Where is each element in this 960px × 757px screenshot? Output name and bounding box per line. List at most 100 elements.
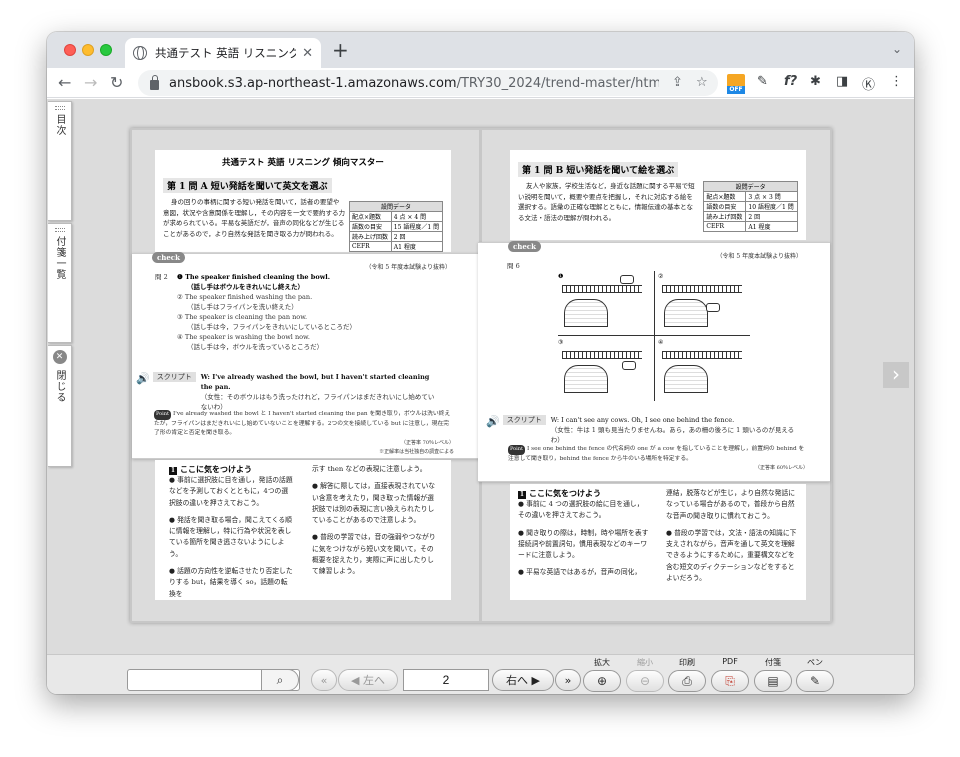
table-header: 設問データ [703,181,798,192]
reader-extension-icon[interactable]: ✎ [757,74,768,89]
picture-option-3[interactable]: ③ [558,339,646,397]
question-data-table: 設問データ 配点×題数 3 点 × 3 問 語数の目安 10 語程度／1 問 読み上… [703,181,798,232]
level-note: （正答率 70％レベル） [401,439,454,446]
zoom-out-tool[interactable]: 縮小 ⊖ [625,657,665,692]
tip-text: 平易な英語ではあるが，音声の同化， [526,568,642,577]
right-triangle-icon: ▶ [528,673,540,687]
option-en: The speaker is cleaning the pan now. [184,313,308,321]
left-tips-sheet: 1 ここに気をつけよう ● 事前に選択肢に目を通し，発話の話題などを予測しておくと… [155,460,451,600]
url-text[interactable]: ansbook.s3.ap-northeast-1.amazonaws.com/… [169,76,659,91]
close-tab-icon[interactable]: ✕ [302,46,313,61]
pdf-tool[interactable]: PDF ⎘ [710,657,750,692]
viewer-bottom-bar: ⌕ « ◀ 左へ 右へ ▶ » 拡大 ⊕ 縮小 ⊖ 印刷 ⎙ PDF ⎘ 付箋 … [47,654,914,694]
table-cell: 3 点 × 3 問 [745,191,798,202]
bookmark-star-icon[interactable]: ☆ [696,75,708,90]
level-note-2: ※正解率は当社独自の調査による [379,449,454,455]
option-ja: （話し手は今，フライパンをきれいにしているところだ） [187,323,356,331]
section-title-1b: 第 1 問 B 短い発話を聞いて絵を選ぶ [518,162,679,177]
barn-drawing [564,365,608,393]
contents-tab[interactable]: 目次 [48,101,72,221]
pen-tool[interactable]: ペン ✎ [795,657,835,692]
address-bar[interactable]: ansbook.s3.ap-northeast-1.amazonaws.com/… [138,70,718,96]
back-arrow-icon[interactable]: ← [58,73,71,92]
table-cell: 10 語程度／1 問 [745,201,798,212]
active-tab[interactable]: 共通テスト 英語 リスニング 傾向マ ✕ [125,38,321,68]
fence-drawing [662,285,742,293]
forward-arrow-icon[interactable]: → [84,73,97,92]
picture-option-2[interactable]: ② [658,273,746,331]
tip-continuation: 連結，脱落などが生じ，より自然な発話になっている場合があるので，普段から自然な音… [666,489,796,520]
sticky-note-tool[interactable]: 付箋 ▤ [753,657,793,692]
table-cell: CEFR [349,241,392,252]
point-badge: Point [154,410,172,420]
new-tab-button[interactable]: + [332,40,349,60]
more-menu-icon[interactable]: ⋮ [890,74,903,89]
zoom-out-label: 縮小 [637,658,653,667]
close-window-button[interactable] [64,44,76,56]
page-number-input[interactable] [403,669,489,691]
maximize-window-button[interactable] [100,44,112,56]
notes-list-tab[interactable]: 付箋一覧 [48,223,72,343]
tips-title: ここに気をつけよう [180,464,252,474]
profile-k-icon[interactable]: Ⓚ [862,74,875,93]
search-icon: ⌕ [276,673,284,687]
close-sidebar-tab[interactable]: ✕ 閉じる [48,345,72,467]
first-page-button[interactable]: « [311,669,337,691]
left-page[interactable]: 共通テスト 英語 リスニング 傾向マスター 第 1 問 A 短い発話を聞いて英文… [132,130,481,621]
table-cell: CEFR [703,221,747,232]
reload-icon[interactable]: ↻ [110,73,123,92]
cow-drawing [622,361,636,370]
right-tips-sheet: 1 ここに気をつけよう ● 事前に 4 つの選択肢の絵に目を通し，その違いを押さえ… [510,484,806,600]
tip-item: ● 発話を聞き取る場合，聞こえてくる順に情報を理解し，特に行為や状況を表している… [169,515,292,558]
zoom-in-icon[interactable]: ⊕ [583,670,621,692]
print-tool[interactable]: 印刷 ⎙ [667,657,707,692]
speaker-icon[interactable]: 🔊 [486,415,500,428]
search-button[interactable]: ⌕ [261,669,299,691]
next-page-button[interactable]: 右へ ▶ [492,669,554,691]
fence-drawing [662,351,742,359]
question-data-table: 設問データ 配点×題数 4 点 × 4 問 語数の目安 15 語程度／1 問 読み上… [349,201,444,252]
speaker-icon[interactable]: 🔊 [136,372,150,385]
section-intro: 友人や家族，学校生活など，身近な話題に関する平易で短い説明を聞いて，概要や要点を… [518,182,695,222]
lock-icon [150,74,159,90]
next-page-arrow-icon[interactable]: › [883,362,909,388]
printer-icon[interactable]: ⎙ [668,670,706,692]
pdf-icon[interactable]: ⎘ [711,670,749,692]
right-page[interactable]: 第 1 問 B 短い発話を聞いて絵を選ぶ 友人や家族，学校生活など，身近な話題に… [478,130,830,621]
globe-icon [133,46,147,60]
pen-icon[interactable]: ✎ [796,670,834,692]
cow-drawing [706,303,720,312]
extension-off-icon[interactable]: OFF [727,74,745,94]
script-english: W: I've already washed the bowl, but I h… [200,373,430,391]
picture-number: ④ [658,339,664,346]
table-cell: 読み上げ回数 [703,211,747,222]
picture-option-4[interactable]: ④ [658,339,746,397]
tip-item: ● 事前に 4 つの選択肢の絵に目を通し，その違いを押さえておこう。 [518,500,644,520]
option-ja: （話し手はボウルをきれいにし終えた） [187,283,304,291]
tab-search-chevron-icon[interactable]: ⌄ [892,42,902,56]
share-icon[interactable]: ⇪ [672,75,683,90]
answer-picture-grid: ❶ ② ③ ④ [558,271,750,401]
puzzle-extensions-icon[interactable]: ✱ [810,74,821,89]
tip-item: ● 事前に選択肢に目を通し，発話の話題などを予測しておくとともに，4つの選択肢の… [169,476,293,507]
formula-extension-icon[interactable]: f? [784,74,797,89]
point-text: I've already washed the bowl と I haven't… [154,411,451,436]
table-cell: 語数の目安 [703,201,747,212]
table-cell: 読み上げ回数 [349,231,392,242]
prev-page-button[interactable]: ◀ 左へ [338,669,398,691]
last-page-button[interactable]: » [555,669,581,691]
option-number: ② [177,293,183,301]
side-panel-icon[interactable]: ◨ [836,74,848,89]
table-cell: 語数の目安 [349,221,392,232]
script-japanese: （女性：牛は 1 頭も見当たりませんね。あら，あの柵の後ろに 1 頭いるのが見え… [550,426,795,444]
picture-number: ③ [558,339,564,346]
sticky-note-icon[interactable]: ▤ [754,670,792,692]
table-cell: 15 語程度／1 問 [390,221,444,232]
tip-text: 聞き取りの際は，時制，時や場所を表す接続詞や前置詞句，慣用表現などのキーワードに… [518,528,649,560]
zoom-in-tool[interactable]: 拡大 ⊕ [582,657,622,692]
question-number: 問 6 [507,262,520,270]
zoom-out-icon[interactable]: ⊖ [626,670,664,692]
tip-continuation: 示す then などの表現に注意しよう。 [312,465,427,473]
picture-option-1[interactable]: ❶ [558,273,646,331]
minimize-window-button[interactable] [82,44,94,56]
